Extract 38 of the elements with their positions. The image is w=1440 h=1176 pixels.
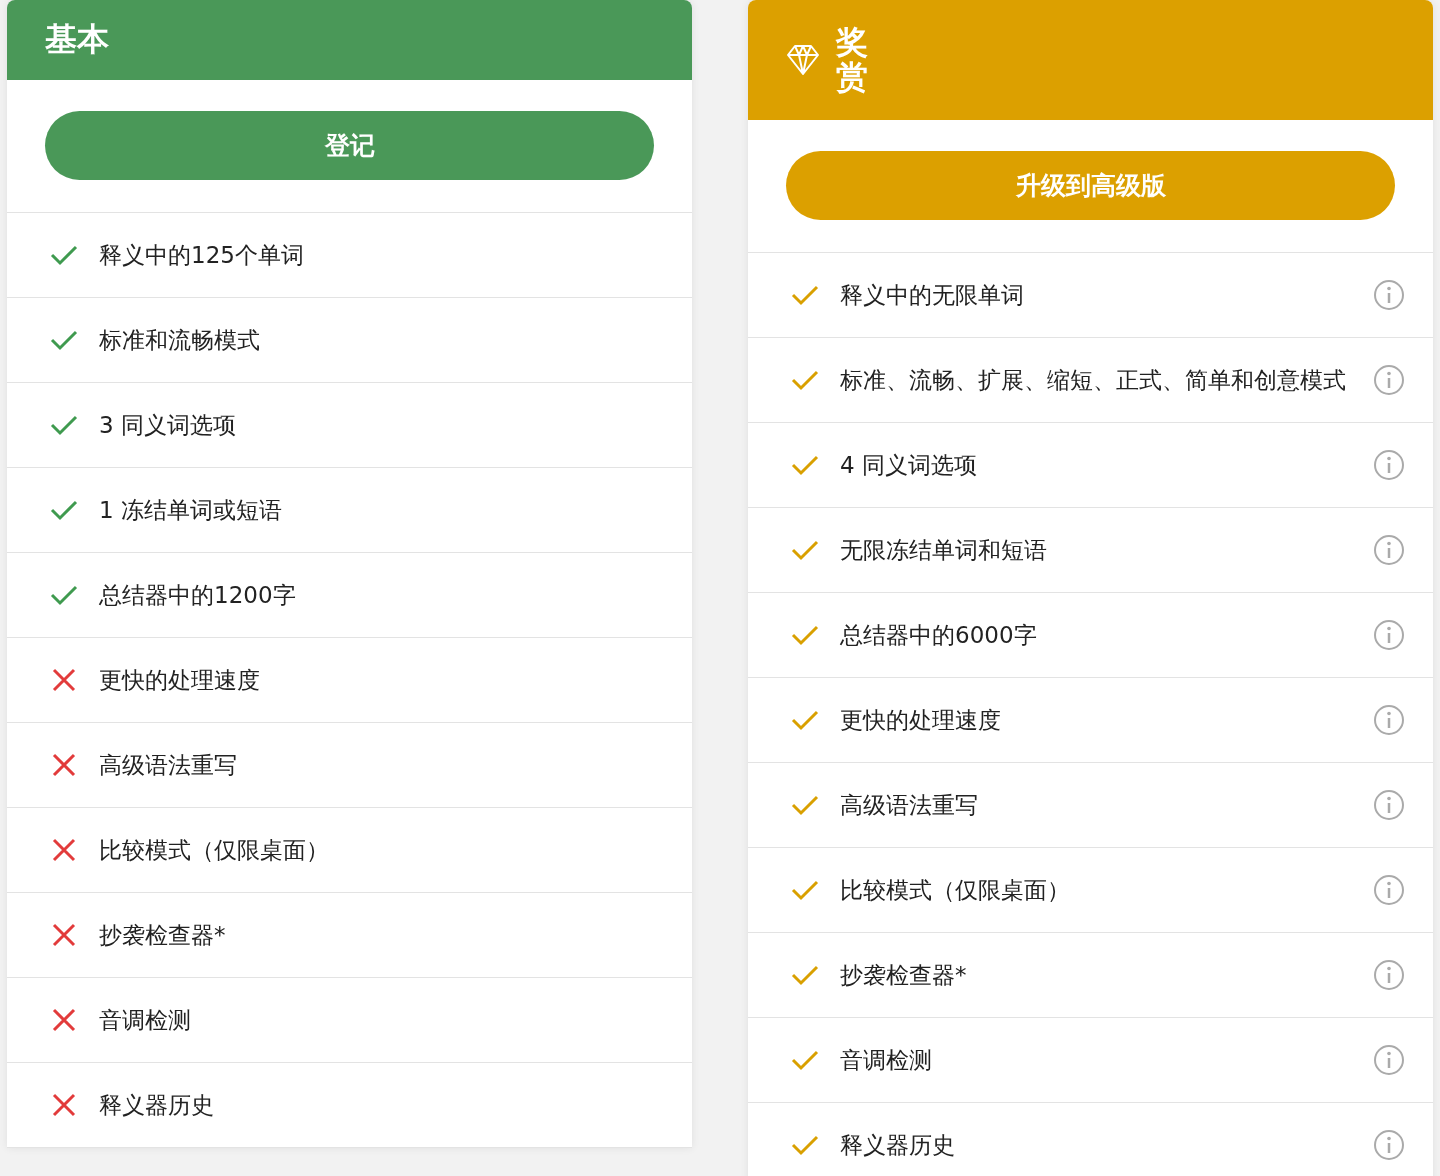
- info-icon[interactable]: [1373, 279, 1405, 311]
- info-icon[interactable]: [1373, 704, 1405, 736]
- plan-button[interactable]: 升级到高级版: [786, 151, 1395, 220]
- feature-text: 抄袭检查器*: [99, 920, 227, 950]
- info-icon[interactable]: [1373, 874, 1405, 906]
- feature-text: 标准、流畅、扩展、缩短、正式、简单和创意模式: [840, 365, 1347, 395]
- feature-text: 释义中的无限单词: [840, 280, 1025, 310]
- feature-text: 高级语法重写: [99, 750, 238, 780]
- feature-text: 无限冻结单词和短语: [840, 535, 1048, 565]
- feature-text: 1 冻结单词或短语: [99, 495, 283, 525]
- feature-text: 4 同义词选项: [840, 450, 978, 480]
- feature-text: 释义器历史: [99, 1090, 215, 1120]
- diamond-icon: [786, 44, 820, 76]
- info-icon[interactable]: [1373, 364, 1405, 396]
- feature-text: 更快的处理速度: [99, 665, 261, 695]
- feature-text: 总结器中的6000字: [840, 620, 1038, 650]
- plan-title: 奖赏: [836, 24, 868, 96]
- info-icon[interactable]: [1373, 619, 1405, 651]
- info-icon[interactable]: [1373, 1129, 1405, 1161]
- plan-button[interactable]: 登记: [45, 111, 654, 180]
- feature-text: 3 同义词选项: [99, 410, 237, 440]
- feature-text: 比较模式（仅限桌面）: [840, 875, 1071, 905]
- feature-text: 音调检测: [840, 1045, 933, 1075]
- feature-text: 总结器中的1200字: [99, 580, 297, 610]
- feature-text: 释义器历史: [840, 1130, 956, 1160]
- plan-title: 基本: [45, 19, 109, 60]
- info-icon[interactable]: [1373, 449, 1405, 481]
- info-icon[interactable]: [1373, 534, 1405, 566]
- info-icon[interactable]: [1373, 1044, 1405, 1076]
- feature-text: 更快的处理速度: [840, 705, 1002, 735]
- feature-text: 标准和流畅模式: [99, 325, 261, 355]
- feature-text: 音调检测: [99, 1005, 192, 1035]
- info-icon[interactable]: [1373, 959, 1405, 991]
- feature-text: 抄袭检查器*: [840, 960, 968, 990]
- feature-text: 高级语法重写: [840, 790, 979, 820]
- feature-text: 比较模式（仅限桌面）: [99, 835, 330, 865]
- info-icon[interactable]: [1373, 789, 1405, 821]
- feature-text: 释义中的125个单词: [99, 240, 305, 270]
